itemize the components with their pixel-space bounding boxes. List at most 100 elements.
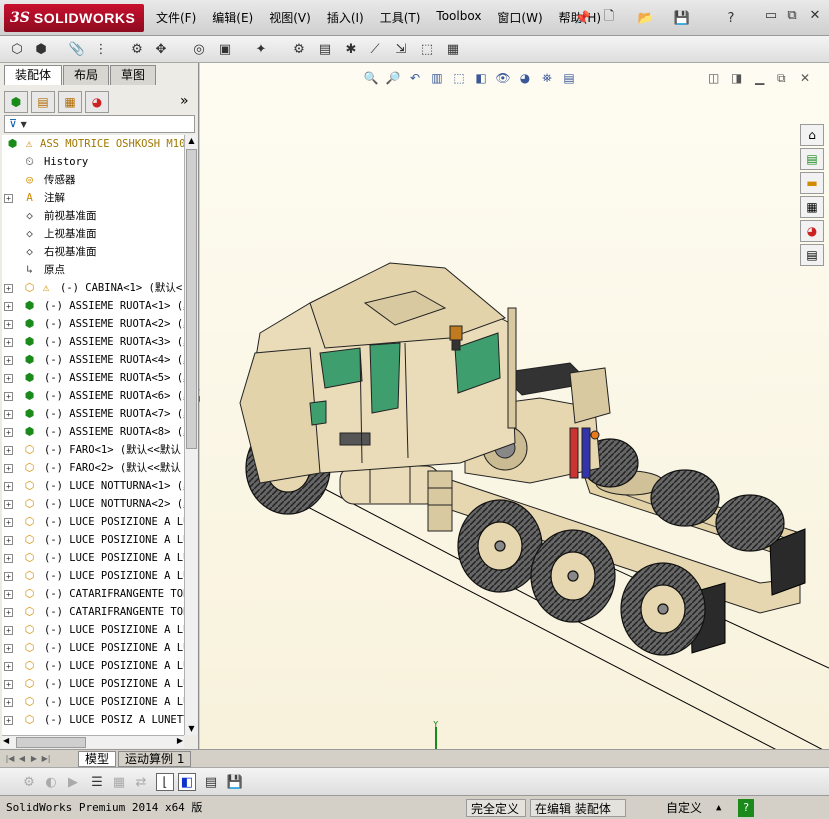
tree-item[interactable]: + ⬡ (-) LUCE NOTTURNA<1> (默 xyxy=(2,477,184,495)
expand-toggle-icon[interactable]: + xyxy=(4,464,13,473)
explode-line-sketch-icon[interactable]: ⟋ xyxy=(366,40,384,58)
tree-item[interactable]: + ⬡ ⚠ (-) CABINA<1> (默认< xyxy=(2,279,184,297)
expand-toggle-icon[interactable]: + xyxy=(4,698,13,707)
next-tab-icon[interactable]: ▶ xyxy=(28,752,40,765)
insert-component-icon[interactable]: ⬢ xyxy=(32,40,50,58)
configuration-manager-tab-icon[interactable]: ▦ xyxy=(58,91,82,113)
expand-toggle-icon[interactable]: + xyxy=(4,518,13,527)
show-hidden-icon[interactable]: ◎ xyxy=(190,40,208,58)
grid-view-icon[interactable]: ▦ xyxy=(110,773,128,791)
zoom-to-fit-icon[interactable]: 🔍 xyxy=(360,69,382,87)
minimize-window-icon[interactable]: ▭ xyxy=(762,8,780,24)
animation-icon[interactable]: ◐ xyxy=(42,773,60,791)
tree-item[interactable]: + ⬢ (-) ASSIEME RUOTA<5> (默 xyxy=(2,369,184,387)
expand-toggle-icon[interactable]: + xyxy=(4,302,13,311)
expand-toggle-icon[interactable]: + xyxy=(4,392,13,401)
viewport-minimize-icon[interactable]: ▁ xyxy=(755,71,764,85)
close-window-icon[interactable]: ✕ xyxy=(806,8,824,24)
menu-tools[interactable]: 工具(T) xyxy=(372,9,429,26)
edit-appearance-icon[interactable]: ◕ xyxy=(514,69,536,87)
tab-model[interactable]: 模型 xyxy=(78,751,117,767)
calculate-icon[interactable]: ⚙ xyxy=(20,773,38,791)
save-icon[interactable]: 💾 xyxy=(673,9,691,27)
menu-insert[interactable]: 插入(I) xyxy=(319,9,372,26)
expand-toggle-icon[interactable]: + xyxy=(4,536,13,545)
tab-motion-study[interactable]: 运动算例 1 xyxy=(118,751,192,767)
help-icon[interactable]: ? xyxy=(722,9,740,27)
hide-show-items-icon[interactable]: 👁 xyxy=(492,69,514,87)
previous-view-icon[interactable]: ↶ xyxy=(404,69,426,87)
expand-toggle-icon[interactable]: + xyxy=(4,284,13,293)
tree-item[interactable]: ◇ 前视基准面 xyxy=(2,207,184,225)
scroll-left-icon[interactable]: ◀ xyxy=(3,736,9,745)
expand-toggle-icon[interactable]: + xyxy=(4,608,13,617)
first-tab-icon[interactable]: |◀ xyxy=(4,752,16,765)
table-view-icon[interactable]: ▤ xyxy=(202,773,220,791)
feature-manager-tab-icon[interactable]: ⬢ xyxy=(4,91,28,113)
compare-icon[interactable]: ⇄ xyxy=(132,773,150,791)
tree-item[interactable]: + ⬡ (-) LUCE POSIZIONE A LU xyxy=(2,657,184,675)
tree-item[interactable]: ◇ 上视基准面 xyxy=(2,225,184,243)
tree-item[interactable]: + ⬡ (-) LUCE POSIZIONE A LU xyxy=(2,531,184,549)
tree-item[interactable]: ◇ 右视基准面 xyxy=(2,243,184,261)
reference-geometry-icon[interactable]: ✦ xyxy=(252,40,270,58)
unit-system[interactable]: 自定义 xyxy=(662,799,706,817)
tree-item[interactable]: + ⬡ (-) FARO<1> (默认<<默认 xyxy=(2,441,184,459)
expand-toggle-icon[interactable]: + xyxy=(4,680,13,689)
tree-item[interactable]: + ⬡ (-) LUCE POSIZIONE A LU xyxy=(2,513,184,531)
graphics-area[interactable]: 🔍 🔎 ↶ ▥ ⬚ ◧ 👁 ◕ ⛯ ▤ ◫ ◨ ▁ ⧉ ✕ Y X Z xyxy=(200,63,829,772)
expand-toggle-icon[interactable]: + xyxy=(4,554,13,563)
expand-toggle-icon[interactable]: + xyxy=(4,338,13,347)
expand-toggle-icon[interactable]: + xyxy=(4,374,13,383)
viewport-close-icon[interactable]: ✕ xyxy=(800,71,810,85)
bill-of-materials-icon[interactable]: ▤ xyxy=(316,40,334,58)
expand-toggle-icon[interactable]: + xyxy=(4,662,13,671)
tab-assembly[interactable]: 装配体 xyxy=(4,65,63,85)
tree-item[interactable]: + ⬡ (-) LUCE POSIZIONE A LU xyxy=(2,639,184,657)
expand-toggle-icon[interactable]: + xyxy=(4,590,13,599)
expand-toggle-icon[interactable]: + xyxy=(4,500,13,509)
scroll-up-icon[interactable]: ▲ xyxy=(186,135,197,147)
expand-toggle-icon[interactable]: + xyxy=(4,410,13,419)
take-snapshot-icon[interactable]: ▦ xyxy=(444,40,462,58)
view-palette-icon[interactable]: ▦ xyxy=(800,196,824,218)
tree-item[interactable]: + ⬢ (-) ASSIEME RUOTA<7> (默 xyxy=(2,405,184,423)
linear-pattern-icon[interactable]: ⋮ xyxy=(92,40,110,58)
file-explorer-icon[interactable]: ▬ xyxy=(800,172,824,194)
cube-view-icon[interactable]: ◧ xyxy=(178,773,196,791)
open-folder-icon[interactable]: 📂 xyxy=(637,9,655,27)
appearances-icon[interactable]: ◕ xyxy=(800,220,824,242)
display-manager-tab-icon[interactable]: ◕ xyxy=(85,91,109,113)
chart-view-icon[interactable]: ⌊ xyxy=(156,773,174,791)
menu-view[interactable]: 视图(V) xyxy=(261,9,319,26)
tree-item[interactable]: + ⬡ (-) LUCE NOTTURNA<2> (默 xyxy=(2,495,184,513)
play-icon[interactable]: ▶ xyxy=(64,773,82,791)
help-status-icon[interactable]: ? xyxy=(738,799,754,817)
assembly-features-icon[interactable]: ▣ xyxy=(216,40,234,58)
tree-item[interactable]: + ⬢ (-) ASSIEME RUOTA<4> (默 xyxy=(2,351,184,369)
solidworks-resources-icon[interactable]: ⌂ xyxy=(800,124,824,146)
tree-vertical-scrollbar[interactable]: ▲ ▼ xyxy=(184,135,197,735)
tab-layout[interactable]: 布局 xyxy=(63,65,110,85)
menu-file[interactable]: 文件(F) xyxy=(148,9,204,26)
tree-item[interactable]: + ⬢ (-) ASSIEME RUOTA<1> (默 xyxy=(2,297,184,315)
hscroll-thumb[interactable] xyxy=(16,737,86,748)
tree-item[interactable]: + ⬢ (-) ASSIEME RUOTA<2> (默 xyxy=(2,315,184,333)
unit-system-arrow-icon[interactable]: ▲ xyxy=(712,799,725,817)
tree-filter-input[interactable]: ⊽ ▼ xyxy=(4,115,195,133)
display-style-icon[interactable]: ◧ xyxy=(470,69,492,87)
new-motion-study-icon[interactable]: ⚙ xyxy=(290,40,308,58)
tree-item[interactable]: + ⬡ (-) LUCE POSIZIONE A LU xyxy=(2,567,184,585)
view-settings-icon[interactable]: ▤ xyxy=(558,69,580,87)
tree-item[interactable]: ↳ 原点 xyxy=(2,261,184,279)
tree-item[interactable]: + ⬡ (-) CATARIFRANGENTE TON xyxy=(2,603,184,621)
apply-scene-icon[interactable]: ⛯ xyxy=(536,69,558,87)
property-manager-tab-icon[interactable]: ▤ xyxy=(31,91,55,113)
tree-item[interactable]: ⏲ History xyxy=(2,153,184,171)
instant3d-icon[interactable]: ⇲ xyxy=(392,40,410,58)
viewport-split-icon[interactable]: ◨ xyxy=(731,71,742,85)
truck-model[interactable] xyxy=(200,63,829,749)
menu-window[interactable]: 窗口(W) xyxy=(489,9,550,26)
pin-icon[interactable]: 📌 xyxy=(574,9,592,27)
restore-window-icon[interactable]: ⧉ xyxy=(783,8,801,24)
